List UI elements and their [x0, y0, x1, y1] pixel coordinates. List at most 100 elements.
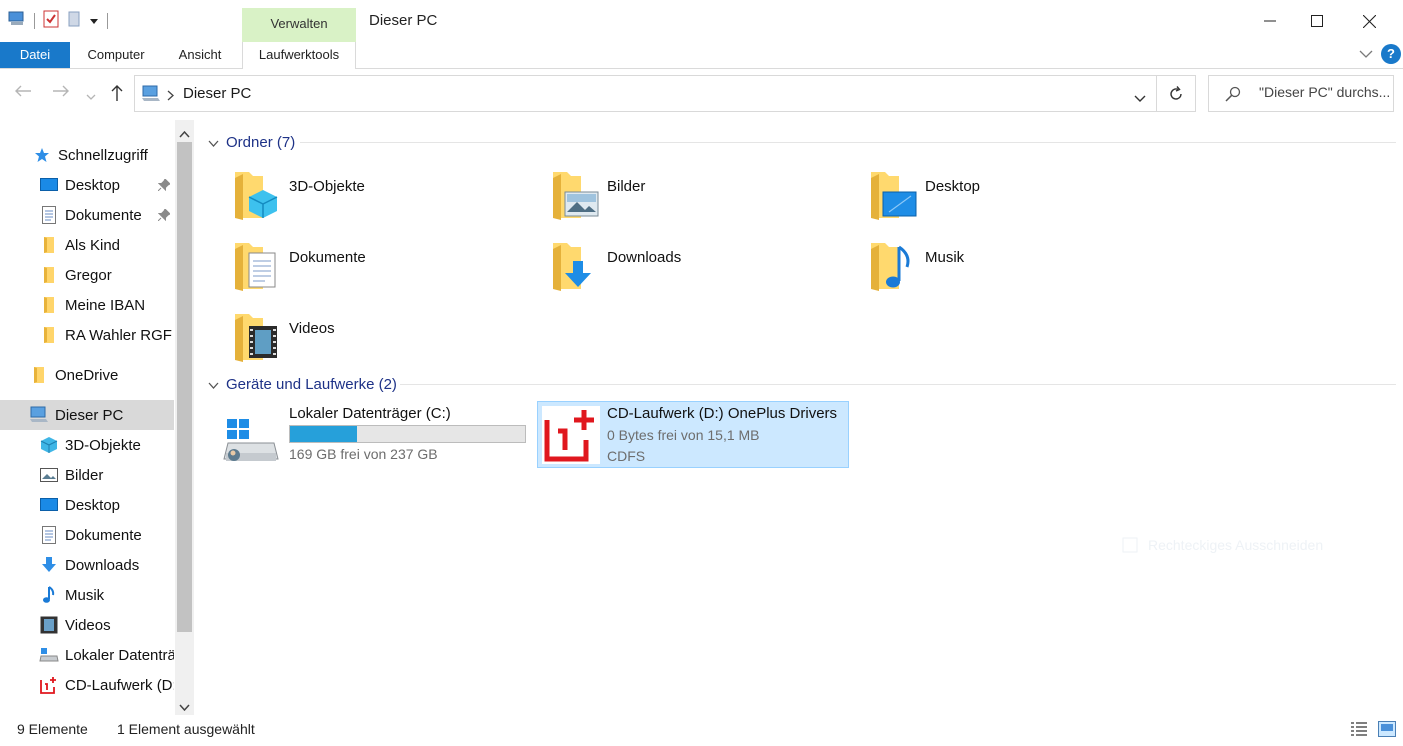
maximize-icon	[1311, 15, 1323, 27]
large-icons-view-icon[interactable]	[1378, 721, 1396, 740]
sidebar-item-label: Downloads	[65, 556, 140, 574]
folder-tile[interactable]: Desktop	[869, 168, 1169, 234]
sidebar-item-label: Bilder	[65, 466, 104, 484]
new-folder-icon[interactable]	[67, 10, 81, 31]
sidebar-item-desktop-quick[interactable]: Desktop	[0, 170, 174, 200]
desktop-icon	[39, 175, 59, 195]
folder-tile[interactable]: Downloads	[551, 239, 851, 305]
search-input[interactable]	[1259, 84, 1393, 100]
sidebar-item-schnellzugriff[interactable]: Schnellzugriff	[0, 140, 174, 170]
drive-name: CD-Laufwerk (D:) OnePlus Drivers	[607, 405, 838, 422]
drive-tile-c[interactable]: Lokaler Datenträger (C:) 169 GB frei von…	[220, 401, 532, 468]
refresh-icon	[1169, 85, 1182, 100]
sidebar-item-dieser-pc[interactable]: Dieser PC	[0, 400, 174, 430]
forward-arrow-icon[interactable]	[52, 84, 70, 101]
help-button[interactable]: ?	[1381, 44, 1401, 64]
sidebar-scrollbar[interactable]	[175, 120, 194, 715]
title-bar: Verwalten Dieser PC	[0, 0, 1403, 42]
folders-section-header[interactable]: Ordner (7)	[208, 132, 1398, 152]
expand-ribbon-icon[interactable]	[1359, 46, 1373, 62]
folder-tile[interactable]: Musik	[869, 239, 1169, 305]
tab-computer[interactable]: Computer	[78, 42, 154, 68]
sidebar-item-dokumente[interactable]: Dokumente	[0, 520, 174, 550]
folder-label: Bilder	[607, 178, 646, 195]
tab-ansicht[interactable]: Ansicht	[168, 42, 232, 68]
collapse-chevron-icon[interactable]	[208, 134, 219, 151]
tab-verwalten[interactable]: Verwalten	[242, 8, 356, 42]
scrollbar-thumb[interactable]	[177, 142, 192, 632]
sidebar-item-musik[interactable]: Musik	[0, 580, 174, 610]
customize-toolbar-icon[interactable]	[89, 13, 99, 29]
sidebar-item-ra-wahler-rgf[interactable]: RA Wahler RGF	[0, 320, 174, 350]
drive-free-space: 169 GB frei von 237 GB	[289, 446, 438, 462]
sidebar-item-bilder[interactable]: Bilder	[0, 460, 174, 490]
sidebar-item-gregor[interactable]: Gregor	[0, 260, 174, 290]
sidebar-item-dokumente-quick[interactable]: Dokumente	[0, 200, 174, 230]
downloads-folder-icon	[551, 239, 599, 296]
folder-label: 3D-Objekte	[289, 178, 365, 195]
status-bar: 9 Elemente 1 Element ausgewählt	[0, 715, 1403, 746]
breadcrumb-dieser-pc[interactable]: Dieser PC	[183, 85, 251, 102]
sidebar-item-meine-iban[interactable]: Meine IBAN	[0, 290, 174, 320]
tab-datei[interactable]: Datei	[0, 42, 70, 68]
sidebar-item-videos[interactable]: Videos	[0, 610, 174, 640]
pin-icon[interactable]	[157, 208, 171, 225]
sidebar-item-label: Schnellzugriff	[58, 146, 148, 164]
search-icon	[1225, 86, 1241, 105]
sidebar-item-label: Desktop	[65, 176, 121, 194]
back-arrow-icon[interactable]	[14, 84, 32, 101]
folder-icon	[39, 265, 59, 285]
sidebar-item-downloads[interactable]: Downloads	[0, 550, 174, 580]
3d-objects-folder-icon	[233, 168, 281, 225]
drives-section-header[interactable]: Geräte und Laufwerke (2)	[208, 374, 1398, 394]
section-divider	[300, 142, 1396, 143]
recent-locations-chevron-icon[interactable]	[86, 88, 96, 104]
folder-label: Downloads	[607, 249, 682, 266]
folder-label: Dokumente	[289, 249, 366, 266]
refresh-button[interactable]	[1156, 75, 1196, 112]
sidebar-item-cd-laufwerk[interactable]: CD-Laufwerk (D:	[0, 670, 174, 700]
maximize-button[interactable]	[1294, 0, 1340, 42]
pictures-folder-icon	[551, 168, 599, 225]
address-dropdown-icon[interactable]	[1134, 90, 1146, 106]
sidebar-item-desktop[interactable]: Desktop	[0, 490, 174, 520]
videos-icon	[39, 615, 59, 635]
this-pc-icon	[141, 85, 161, 106]
scroll-up-icon[interactable]	[179, 125, 190, 141]
star-icon	[32, 145, 52, 165]
sidebar-item-lokaler-datentraeger[interactable]: Lokaler Datenträ	[0, 640, 174, 670]
drive-tile-d[interactable]: CD-Laufwerk (D:) OnePlus Drivers 0 Bytes…	[537, 401, 849, 468]
close-button[interactable]	[1346, 0, 1392, 42]
oneplus-logo-icon	[542, 406, 600, 467]
sidebar-item-3d-objekte[interactable]: 3D-Objekte	[0, 430, 174, 460]
sidebar-item-label: Meine IBAN	[65, 296, 146, 314]
videos-folder-icon	[233, 310, 281, 367]
address-bar[interactable]: Dieser PC	[134, 75, 1157, 112]
search-box[interactable]	[1208, 75, 1394, 112]
properties-icon[interactable]	[43, 10, 59, 31]
folder-tile[interactable]: Bilder	[551, 168, 851, 234]
computer-icon[interactable]	[8, 11, 26, 30]
folders-section-title: Ordner (7)	[226, 133, 296, 151]
folder-tile[interactable]: 3D-Objekte	[233, 168, 533, 234]
up-arrow-icon[interactable]	[110, 84, 124, 105]
sidebar-item-als-kind[interactable]: Als Kind	[0, 230, 174, 260]
music-folder-icon	[869, 239, 917, 296]
collapse-chevron-icon[interactable]	[208, 376, 219, 393]
details-view-icon[interactable]	[1350, 721, 1368, 740]
breadcrumb-chevron-icon[interactable]	[167, 88, 174, 104]
minimize-button[interactable]	[1247, 0, 1293, 42]
folder-icon	[39, 235, 59, 255]
item-count: 9 Elemente	[17, 721, 88, 737]
oneplus-drive-icon	[39, 675, 59, 695]
folder-tile[interactable]: Dokumente	[233, 239, 533, 305]
pin-icon[interactable]	[157, 178, 171, 195]
sidebar-item-label: Videos	[65, 616, 111, 634]
sidebar-item-label: Desktop	[65, 496, 121, 514]
folder-tile[interactable]: Videos	[233, 310, 533, 376]
sidebar-item-label: Lokaler Datenträ	[65, 646, 174, 664]
navigation-pane: Schnellzugriff Desktop Dokumente Als Kin…	[0, 120, 195, 715]
sidebar-item-onedrive[interactable]: OneDrive	[0, 360, 174, 390]
scroll-down-icon[interactable]	[179, 698, 190, 714]
tab-laufwerktools[interactable]: Laufwerktools	[242, 42, 356, 69]
